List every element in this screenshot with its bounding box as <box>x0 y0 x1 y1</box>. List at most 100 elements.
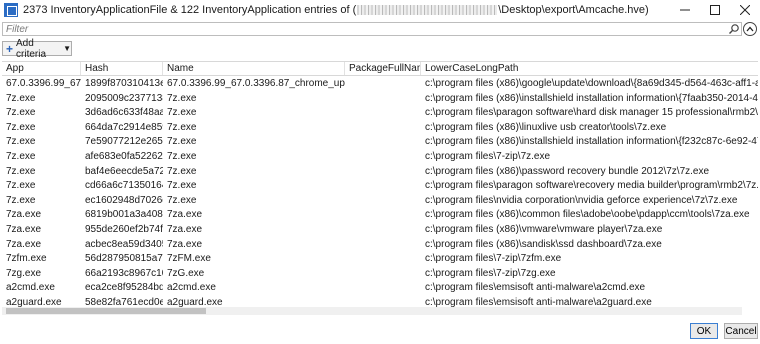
cell-lowercaselongpath: c:\program files (x86)\linuxlive usb cre… <box>425 121 667 133</box>
cell-name: 7za.exe <box>167 223 203 235</box>
app-icon <box>4 3 18 17</box>
cell-lowercaselongpath: c:\program files\emsisoft anti-malware\a… <box>425 282 646 294</box>
cell-app: 7z.exe <box>6 180 36 192</box>
cell-lowercaselongpath: c:\program files (x86)\installshield ins… <box>425 136 758 148</box>
cell-app: 7za.exe <box>6 238 42 250</box>
cell-lowercaselongpath: c:\program files\paragon software\recove… <box>425 180 758 192</box>
cell-app: 7za.exe <box>6 223 42 235</box>
cell-hash: 7e59077212e2658D <box>85 136 163 148</box>
table-row[interactable]: 7zfm.exe 56d287950815a745 7zFM.exe c:\progr… <box>2 252 758 267</box>
add-criteria-label: Add criteria <box>16 37 47 60</box>
cell-packagefullname <box>345 281 421 296</box>
cell-lowercaselongpath: c:\program files\paragon software\hard d… <box>425 107 758 119</box>
cell-packagefullname <box>345 267 421 282</box>
window-title: 2373 InventoryApplicationFile & 122 Inve… <box>23 4 649 16</box>
table-row[interactable]: 7z.exe cd66a6c713501648 7z.exe c:\program f… <box>2 179 758 194</box>
cell-name: 7z.exe <box>167 107 197 119</box>
table-row[interactable]: 67.0.3396.99_67. 1899f870310413ef 67.0.339… <box>2 77 758 92</box>
results-grid: App Hash Name PackageFullName LowerCaseL… <box>2 61 758 315</box>
cell-hash: cd66a6c713501648 <box>85 180 163 192</box>
cell-app: 7z.exe <box>6 107 36 119</box>
cell-hash: afe683e0fa522625 <box>85 150 163 162</box>
cancel-button[interactable]: Cancel <box>724 323 758 339</box>
cell-app: 7z.exe <box>6 150 36 162</box>
table-row[interactable]: 7z.exe 2095009c23771380 7z.exe c:\program f… <box>2 92 758 107</box>
cell-hash: 1899f870310413ef <box>85 78 163 89</box>
column-header-name[interactable]: Name <box>163 62 345 75</box>
table-row[interactable]: 7z.exe baf4e6eecde5a722 7z.exe c:\program f… <box>2 165 758 180</box>
cell-hash: 56d287950815a745 <box>85 253 163 265</box>
cell-name: 7z.exe <box>167 136 197 148</box>
table-row[interactable]: a2cmd.exe eca2ce8f95284bd2 a2cmd.exe c:\pro… <box>2 281 758 296</box>
column-header-app[interactable]: App <box>2 62 81 75</box>
column-header-hash[interactable]: Hash <box>81 62 163 75</box>
cell-packagefullname <box>345 135 421 150</box>
redacted-path <box>357 5 498 16</box>
cell-name: 7z.exe <box>167 150 197 162</box>
maximize-button[interactable] <box>700 0 730 20</box>
cell-name: 7zG.exe <box>167 267 205 279</box>
cell-name: a2cmd.exe <box>167 282 216 294</box>
cell-name: 7z.exe <box>167 180 197 192</box>
collapse-button[interactable] <box>743 22 757 36</box>
cell-lowercaselongpath: c:\program files (x86)\installshield ins… <box>425 92 758 104</box>
cell-app: 7za.exe <box>6 209 42 221</box>
column-header-packagefullname[interactable]: PackageFullName <box>345 62 421 75</box>
cell-lowercaselongpath: c:\program files\7-zip\7zfm.exe <box>425 253 562 265</box>
filter-input[interactable] <box>3 23 729 35</box>
cell-lowercaselongpath: c:\program files\7-zip\7zg.exe <box>425 267 556 279</box>
horizontal-scrollbar[interactable] <box>2 307 742 315</box>
minimize-button[interactable] <box>670 0 700 20</box>
cell-hash: 955de260ef2b74fa <box>85 223 163 235</box>
chevron-up-icon <box>746 26 754 32</box>
table-row[interactable]: 7z.exe 3d6ad6c633f48aaf 7z.exe c:\program f… <box>2 106 758 121</box>
scrollbar-thumb[interactable] <box>6 308 206 314</box>
cell-lowercaselongpath: c:\program files (x86)\common files\adob… <box>425 209 750 221</box>
cell-hash: ec1602948d7026d7 <box>85 194 163 206</box>
cell-name: 67.0.3396.99_67.0.3396.87_chrome_updater… <box>167 78 345 89</box>
minimize-icon <box>680 9 690 11</box>
cell-lowercaselongpath: c:\program files (x86)\vmware\vmware pla… <box>425 223 663 235</box>
table-row[interactable]: 7za.exe 6819b001a3a408a5 7za.exe c:\program… <box>2 208 758 223</box>
cell-hash: baf4e6eecde5a722 <box>85 165 163 177</box>
table-row[interactable]: 7zg.exe 66a2193c8967c10d 7zG.exe c:\program… <box>2 267 758 282</box>
cell-app: 7z.exe <box>6 121 36 133</box>
table-row[interactable]: 7z.exe ec1602948d7026d7 7z.exe c:\program f… <box>2 194 758 209</box>
cell-name: 7z.exe <box>167 92 197 104</box>
cell-packagefullname <box>345 252 421 267</box>
cell-hash: 664da7c2914e859a <box>85 121 163 133</box>
cell-packagefullname <box>345 179 421 194</box>
close-icon <box>740 5 750 15</box>
ok-button[interactable]: OK <box>690 323 718 339</box>
table-row[interactable]: 7za.exe 955de260ef2b74fa 7za.exe c:\program… <box>2 223 758 238</box>
cell-packagefullname <box>345 238 421 253</box>
cell-hash: 6819b001a3a408a5 <box>85 209 163 221</box>
cell-hash: 2095009c23771380 <box>85 92 163 104</box>
table-row[interactable]: 7z.exe 664da7c2914e859a 7z.exe c:\program f… <box>2 121 758 136</box>
cell-lowercaselongpath: c:\program files (x86)\sandisk\ssd dashb… <box>425 238 662 250</box>
table-row[interactable]: 7z.exe afe683e0fa522625 7z.exe c:\program f… <box>2 150 758 165</box>
close-button[interactable] <box>730 0 760 20</box>
add-criteria-button[interactable]: + Add criteria ▼ <box>2 38 72 60</box>
plus-icon: + <box>6 41 14 56</box>
cell-packagefullname <box>345 223 421 238</box>
cell-hash: 66a2193c8967c10d <box>85 267 163 279</box>
cell-packagefullname <box>345 121 421 136</box>
cell-name: 7za.exe <box>167 209 203 221</box>
window-title-prefix: 2373 InventoryApplicationFile & 122 Inve… <box>23 4 357 16</box>
table-row[interactable]: 7z.exe 7e59077212e2658D 7z.exe c:\program f… <box>2 135 758 150</box>
cell-app: 7zfm.exe <box>6 253 47 265</box>
cell-packagefullname <box>345 165 421 180</box>
dropdown-caret-icon: ▼ <box>63 44 71 53</box>
search-icon[interactable] <box>728 23 740 35</box>
cell-hash: acbec8ea59d34053 <box>85 238 163 250</box>
column-header-lowercaselongpath[interactable]: LowerCaseLongPath <box>421 62 758 75</box>
grid-rows: 67.0.3396.99_67. 1899f870310413ef 67.0.339… <box>2 77 758 311</box>
table-row[interactable]: 7za.exe acbec8ea59d34053 7za.exe c:\program… <box>2 238 758 253</box>
cell-app: 7z.exe <box>6 194 36 206</box>
title-bar: 2373 InventoryApplicationFile & 122 Inve… <box>0 0 760 20</box>
window-controls <box>670 0 760 20</box>
cell-packagefullname <box>345 150 421 165</box>
cell-hash: 3d6ad6c633f48aaf <box>85 107 163 119</box>
cell-lowercaselongpath: c:\program files\7-zip\7z.exe <box>425 150 551 162</box>
